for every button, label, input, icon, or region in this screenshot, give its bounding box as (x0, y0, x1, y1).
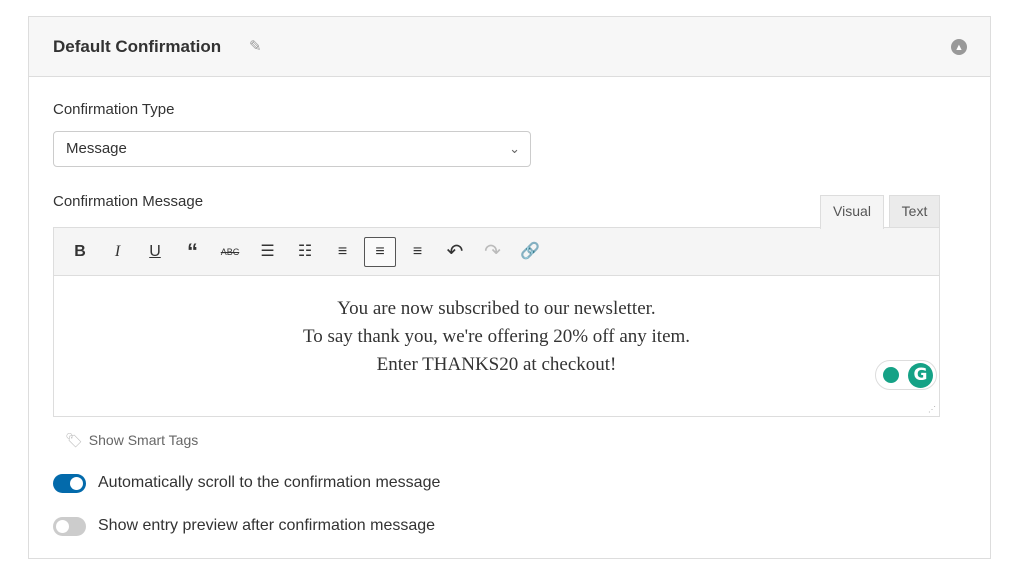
link-icon[interactable]: 🔗 (514, 237, 546, 267)
smart-tags-label: Show Smart Tags (88, 432, 199, 448)
confirmation-message-label: Confirmation Message (53, 193, 204, 210)
pencil-icon[interactable]: ✎ (249, 37, 262, 55)
editor-toolbar: B I U “ ABC ☰ ☷ ≡ ≡ ≡ ↶ ↷ 🔗 (54, 228, 939, 276)
numbered-list-icon[interactable]: ☷ (289, 237, 321, 267)
message-editor: B I U “ ABC ☰ ☷ ≡ ≡ ≡ ↶ ↷ 🔗 You are now … (53, 227, 940, 417)
strikethrough-icon[interactable]: ABC (214, 237, 246, 267)
message-line: You are now subscribed to our newsletter… (337, 298, 656, 319)
chevron-down-icon: ⌄ (509, 141, 520, 156)
undo-icon[interactable]: ↶ (439, 237, 471, 267)
align-center-icon[interactable]: ≡ (364, 236, 396, 267)
editor-statusbar: ⋰ (54, 394, 939, 416)
grammarly-widget[interactable]: G (875, 360, 937, 390)
confirmation-panel: Default Confirmation ✎ ▲ Confirmation Ty… (28, 16, 991, 559)
bullet-list-icon[interactable]: ☰ (252, 237, 284, 267)
confirmation-type-label: Confirmation Type (53, 101, 175, 118)
grammarly-icon[interactable]: G (908, 363, 933, 388)
resize-handle-icon[interactable]: ⋰ (928, 405, 936, 414)
align-left-icon[interactable]: ≡ (327, 237, 359, 267)
confirmation-type-select[interactable]: Message ⌄ (53, 131, 531, 167)
blockquote-icon[interactable]: “ (177, 237, 209, 267)
lightbulb-icon[interactable] (883, 367, 899, 383)
auto-scroll-label: Automatically scroll to the confirmation… (98, 474, 441, 491)
show-smart-tags-link[interactable]: 🏷 Show Smart Tags (65, 432, 198, 449)
underline-icon[interactable]: U (139, 237, 171, 267)
panel-title: Default Confirmation (53, 37, 222, 56)
message-line: To say thank you, we're offering 20% off… (302, 326, 691, 347)
italic-icon[interactable]: I (102, 237, 134, 267)
auto-scroll-toggle[interactable] (53, 474, 86, 493)
tab-text[interactable]: Text (889, 195, 940, 228)
select-value: Message (66, 140, 127, 157)
align-right-icon[interactable]: ≡ (402, 237, 434, 267)
editor-content[interactable]: You are now subscribed to our newsletter… (54, 276, 939, 394)
bold-icon[interactable]: B (64, 237, 96, 267)
entry-preview-toggle[interactable] (53, 517, 86, 536)
panel-header[interactable]: Default Confirmation ✎ ▲ (29, 17, 990, 77)
tag-icon: 🏷 (65, 432, 83, 448)
redo-icon[interactable]: ↷ (477, 237, 509, 267)
collapse-icon[interactable]: ▲ (951, 39, 967, 55)
message-line: Enter THANKS20 at checkout! (376, 354, 617, 375)
tab-visual[interactable]: Visual (820, 195, 884, 229)
entry-preview-label: Show entry preview after confirmation me… (98, 517, 436, 534)
